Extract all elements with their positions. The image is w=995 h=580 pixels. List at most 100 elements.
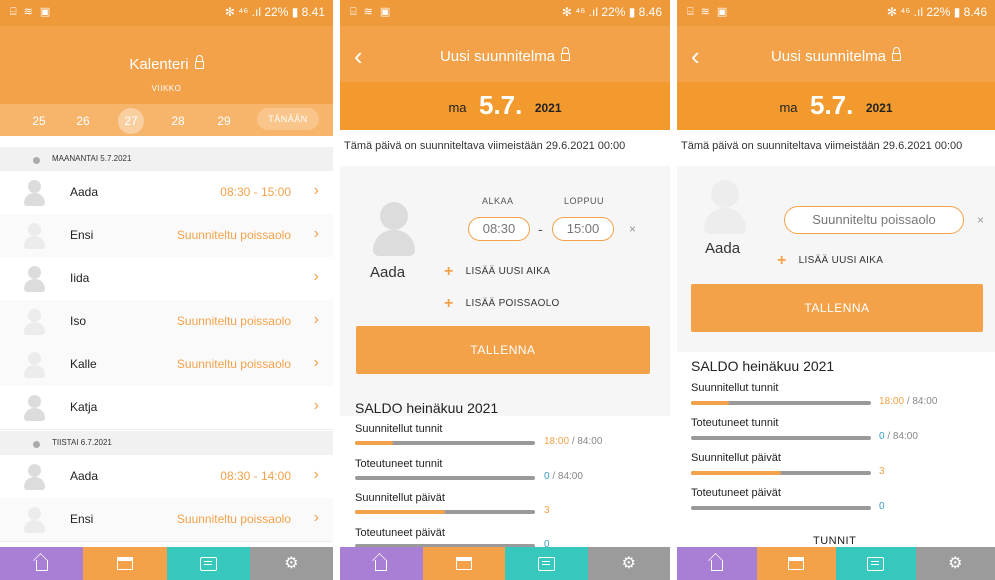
page-title: Uusi suunnitelma — [677, 47, 995, 65]
list-item[interactable]: Kalle Suunniteltu poissaolo › — [0, 343, 333, 387]
avatar — [22, 462, 46, 492]
end-label: LOPPUU — [564, 196, 605, 206]
nav-settings[interactable]: ⚙ — [249, 547, 333, 580]
stat-value: 0 — [879, 501, 885, 512]
stat-value: 0 / 84:00 — [879, 431, 918, 442]
lock-icon — [194, 55, 204, 69]
new-plan-screen: ⌸ ≋ ▣ ✻ ⁴⁶ .ıl 22% ▮ 8.46 ‹ Uusi suunnit… — [340, 0, 670, 580]
deadline-notice: Tämä päivä on suunniteltava viimeistään … — [344, 140, 626, 152]
plan-form: Aada Suunniteltu poissaolo × + LISÄÄ UUSI… — [677, 166, 995, 352]
stat-value: 3 — [879, 466, 885, 477]
nav-home[interactable] — [0, 547, 84, 580]
week-25[interactable]: 25 — [26, 108, 52, 134]
list-item[interactable]: Iida › — [0, 257, 333, 301]
stat-value: 18:00 / 84:00 — [544, 436, 603, 447]
lock-icon — [892, 47, 902, 61]
nav-messages[interactable] — [836, 547, 916, 580]
nav-settings[interactable]: ⚙ — [915, 547, 995, 580]
calendar-screen: ⌸ ≋ ▣ ✻ ⁴⁶ .ıl 22% ▮ 8.41 Kalenteri VIIK… — [0, 0, 333, 580]
avatar — [22, 307, 46, 337]
message-icon — [537, 556, 555, 571]
list-item[interactable]: Ensi Suunniteltu poissaolo › — [0, 214, 333, 258]
nav-home[interactable] — [340, 547, 423, 580]
stat-label: Suunnitellut tunnit — [355, 423, 443, 435]
chevron-right-icon: › — [313, 311, 319, 328]
status-left: ⌸ ≋ ▣ — [10, 6, 53, 18]
bottom-nav: ⚙ — [340, 547, 670, 580]
remove-absence-button[interactable]: × — [977, 213, 984, 227]
nav-messages[interactable] — [166, 547, 250, 580]
calendar-header: Kalenteri VIIKKO 25 26 27 28 29 TÄNÄÄN — [0, 26, 333, 136]
list-item[interactable]: Aada 08:30 - 15:00 › — [0, 171, 333, 215]
bottom-nav: ⚙ — [0, 547, 333, 580]
stat-label: Suunnitellut päivät — [355, 492, 445, 504]
avatar — [368, 198, 420, 260]
app-bar: ‹ Uusi suunnitelma — [340, 26, 670, 82]
date-year: 2021 — [865, 101, 893, 115]
progress-bar — [691, 401, 871, 405]
nav-home[interactable] — [677, 547, 757, 580]
week-29[interactable]: 29 — [211, 108, 237, 134]
saldo-title: SALDO heinäkuu 2021 — [355, 400, 499, 416]
nav-messages[interactable] — [505, 547, 588, 580]
date-year: 2021 — [534, 101, 562, 115]
week-28[interactable]: 28 — [165, 108, 191, 134]
chevron-right-icon: › — [313, 466, 319, 483]
avatar — [22, 505, 46, 535]
week-selector: 25 26 27 28 29 TÄNÄÄN — [0, 104, 333, 136]
plan-form: Aada ALKAA LOPPUU 08:30 - 15:00 × + LISÄÄ… — [340, 166, 670, 416]
stat-label: Toteutuneet tunnit — [355, 458, 443, 470]
new-plan-absence-screen: ⌸ ≋ ▣ ✻ ⁴⁶ .ıl 22% ▮ 8.46 ‹ Uusi suunnit… — [677, 0, 995, 580]
nav-calendar[interactable] — [756, 547, 836, 580]
save-button[interactable]: TALLENNA — [691, 284, 983, 332]
avatar — [22, 264, 46, 294]
list-item[interactable]: Iso Suunniteltu poissaolo › — [0, 300, 333, 344]
calendar-icon — [788, 557, 805, 570]
start-label: ALKAA — [482, 196, 514, 206]
date-day: 5.7. — [478, 90, 523, 120]
start-time-field[interactable]: 08:30 — [468, 217, 530, 241]
message-icon — [867, 556, 885, 571]
date-weekday: ma — [448, 100, 467, 115]
remove-time-button[interactable]: × — [629, 222, 636, 236]
nav-calendar[interactable] — [422, 547, 505, 580]
today-button[interactable]: TÄNÄÄN — [257, 108, 319, 130]
list-item[interactable]: Ensi Suunniteltu poissaolo › — [0, 498, 333, 542]
status-right: ✻ ⁴⁶ .ıl 22% ▮ 8.41 — [224, 5, 325, 19]
add-absence-button[interactable]: + LISÄÄ POISSAOLO — [444, 293, 560, 312]
list-item[interactable]: Katja › — [0, 386, 333, 430]
progress-bar — [691, 506, 871, 510]
end-time-field[interactable]: 15:00 — [552, 217, 614, 241]
person-name: Aada — [370, 264, 406, 281]
stat-label: Toteutuneet päivät — [355, 527, 445, 539]
section-heading: TUNNIT — [813, 535, 857, 547]
stat-value: 0 / 84:00 — [544, 471, 583, 482]
settings-icon: ⚙ — [621, 554, 636, 572]
home-icon — [375, 560, 388, 571]
week-27[interactable]: 27 — [118, 108, 144, 134]
calendar-icon — [116, 557, 133, 570]
bottom-nav: ⚙ — [677, 547, 995, 580]
avatar — [22, 393, 46, 423]
status-bar: ⌸ ≋ ▣ ✻ ⁴⁶ .ıl 22% ▮ 8.46 — [677, 0, 995, 26]
avatar — [22, 178, 46, 208]
week-26[interactable]: 26 — [70, 108, 96, 134]
chevron-right-icon: › — [313, 225, 319, 242]
status-bar: ⌸ ≋ ▣ ✻ ⁴⁶ .ıl 22% ▮ 8.41 — [0, 0, 333, 26]
add-time-button[interactable]: + LISÄÄ UUSI AIKA — [777, 250, 883, 269]
status-bar: ⌸ ≋ ▣ ✻ ⁴⁶ .ıl 22% ▮ 8.46 — [340, 0, 670, 26]
page-title: Kalenteri — [0, 55, 333, 73]
absence-field[interactable]: Suunniteltu poissaolo — [784, 206, 964, 234]
day-header: TIISTAI 6.7.2021 — [0, 431, 333, 455]
stat-label: Suunnitellut päivät — [691, 452, 781, 464]
save-button[interactable]: TALLENNA — [356, 326, 650, 374]
nav-calendar[interactable] — [83, 547, 167, 580]
saldo-title: SALDO heinäkuu 2021 — [691, 358, 835, 374]
add-time-button[interactable]: + LISÄÄ UUSI AIKA — [444, 261, 550, 280]
nav-settings[interactable]: ⚙ — [587, 547, 670, 580]
home-icon — [35, 560, 48, 571]
date-day: 5.7. — [809, 90, 854, 120]
stat-label: Suunnitellut tunnit — [691, 382, 779, 394]
plus-icon: + — [777, 252, 787, 269]
list-item[interactable]: Aada 08:30 - 14:00 › — [0, 455, 333, 499]
